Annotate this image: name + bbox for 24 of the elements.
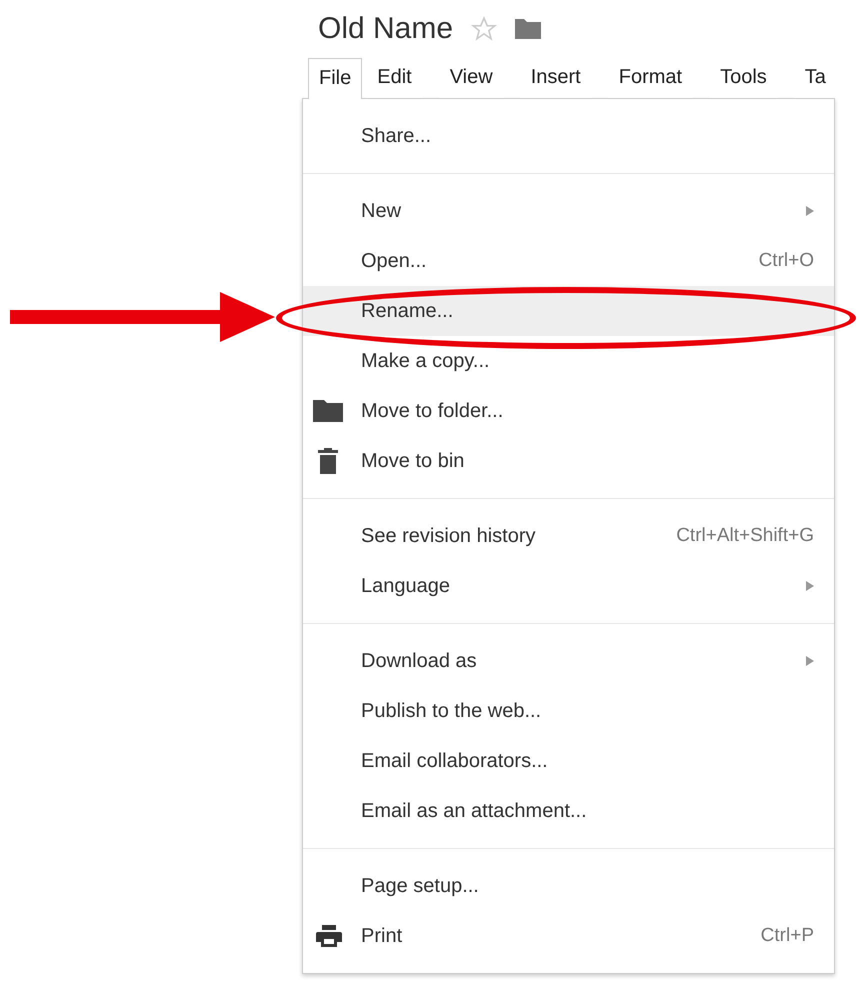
- menu-item[interactable]: Email as an attachment...: [303, 786, 834, 836]
- folder-icon: [313, 400, 343, 422]
- menu-item[interactable]: Page setup...: [303, 861, 834, 911]
- star-icon[interactable]: [471, 16, 498, 42]
- menu-item[interactable]: Make a copy...: [303, 336, 834, 386]
- shortcut-text: Ctrl+Alt+Shift+G: [676, 525, 814, 547]
- menu-item[interactable]: Move to folder...: [303, 386, 834, 436]
- menu-item[interactable]: New: [303, 186, 834, 236]
- menu-item[interactable]: Share...: [303, 111, 834, 161]
- menu-item[interactable]: Email collaborators...: [303, 736, 834, 786]
- menu-item[interactable]: Open... Ctrl+O: [303, 236, 834, 286]
- menu-item[interactable]: Publish to the web...: [303, 686, 834, 736]
- print-icon: [316, 925, 342, 947]
- menu-item[interactable]: Language: [303, 561, 834, 611]
- menu-item[interactable]: See revision history Ctrl+Alt+Shift+G: [303, 511, 834, 561]
- document-title[interactable]: Old Name: [318, 12, 454, 46]
- trash-icon: [318, 448, 338, 474]
- folder-icon[interactable]: [515, 19, 542, 39]
- shortcut-text: Ctrl+O: [758, 250, 814, 272]
- shortcut-text: Ctrl+P: [760, 925, 814, 947]
- menu-item[interactable]: Move to bin: [303, 436, 834, 486]
- menu-item[interactable]: Print Ctrl+P: [303, 911, 834, 961]
- menu-item[interactable]: Download as: [303, 636, 834, 686]
- menu-bar-item[interactable]: File: [308, 58, 362, 99]
